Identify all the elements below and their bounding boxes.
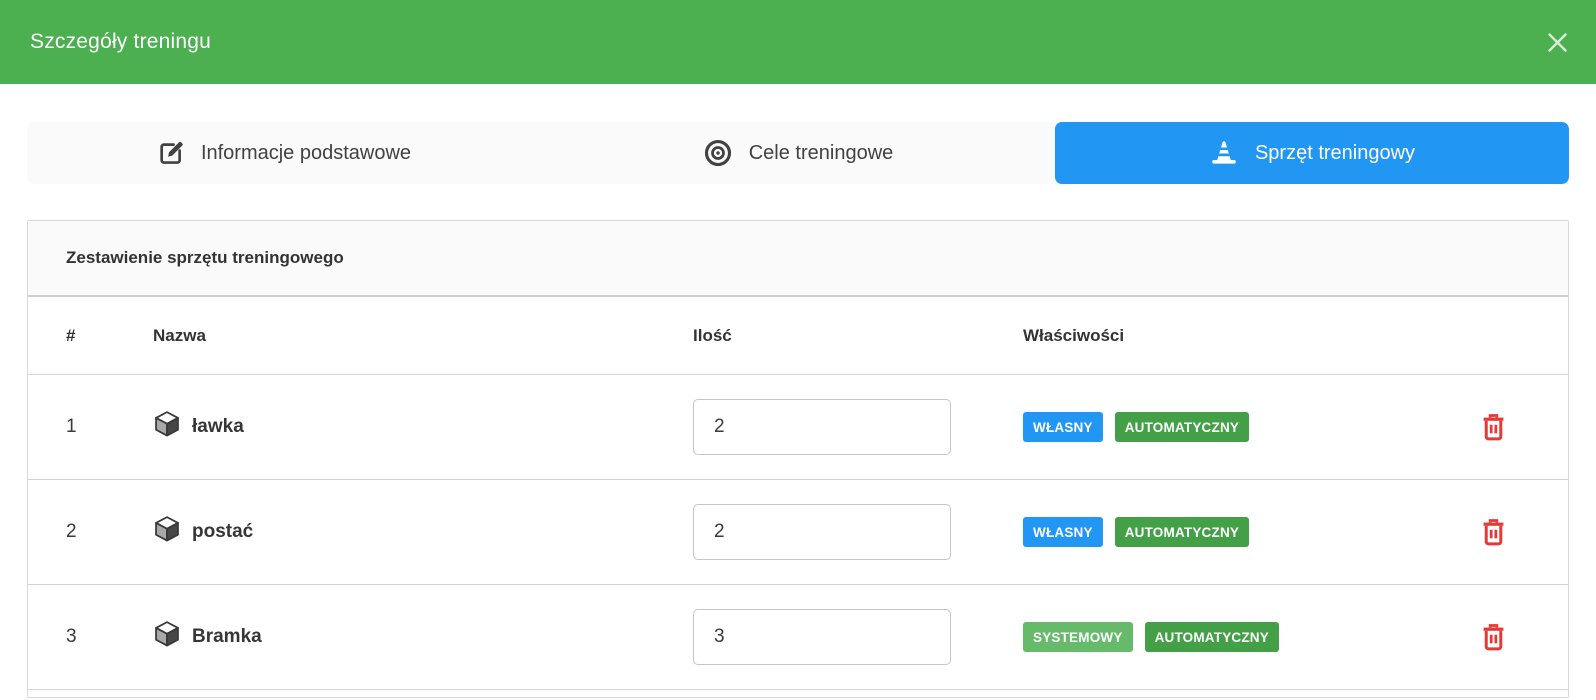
column-header-name: Nazwa bbox=[126, 326, 666, 346]
table-row: 2 postać WŁASNY AUTOMATYCZNY bbox=[28, 480, 1568, 585]
column-header-properties: Właściwości bbox=[996, 326, 1386, 346]
tab-sprzet-treningowy[interactable]: Sprzęt treningowy bbox=[1055, 122, 1569, 184]
table-header-row: # Nazwa Ilość Właściwości bbox=[28, 297, 1568, 375]
equipment-name: Bramka bbox=[192, 626, 262, 648]
cube-icon bbox=[153, 620, 181, 654]
column-header-index: # bbox=[28, 326, 126, 346]
quantity-input[interactable] bbox=[693, 504, 951, 560]
tab-bar: Informacje podstawowe Cele treningowe bbox=[27, 122, 1569, 184]
tab-label: Cele treningowe bbox=[749, 142, 894, 165]
quantity-input[interactable] bbox=[693, 609, 951, 665]
column-header-quantity: Ilość bbox=[666, 326, 996, 346]
modal-header: Szczegóły treningu bbox=[0, 0, 1596, 84]
property-badge: WŁASNY bbox=[1023, 412, 1103, 442]
equipment-panel: Zestawienie sprzętu treningowego # Nazwa… bbox=[27, 220, 1569, 698]
cube-icon bbox=[153, 515, 181, 549]
property-badge: SYSTEMOWY bbox=[1023, 622, 1133, 652]
page-title: Szczegóły treningu bbox=[30, 30, 211, 54]
table-row: 1 ławka WŁASNY AUTOMATYCZNY bbox=[28, 375, 1568, 480]
close-button[interactable] bbox=[1546, 31, 1568, 53]
cube-icon bbox=[153, 410, 181, 444]
target-icon bbox=[703, 138, 733, 168]
panel-title: Zestawienie sprzętu treningowego bbox=[28, 221, 1568, 297]
tab-label: Sprzęt treningowy bbox=[1255, 142, 1415, 165]
row-index: 1 bbox=[28, 416, 126, 438]
close-icon bbox=[1548, 33, 1567, 52]
quantity-input[interactable] bbox=[693, 399, 951, 455]
cone-icon bbox=[1209, 138, 1239, 168]
trash-icon bbox=[1479, 517, 1508, 548]
row-index: 3 bbox=[28, 626, 126, 648]
property-badge: AUTOMATYCZNY bbox=[1145, 622, 1279, 652]
tab-cele-treningowe[interactable]: Cele treningowe bbox=[541, 122, 1055, 184]
delete-button[interactable] bbox=[1479, 622, 1508, 653]
equipment-name: ławka bbox=[192, 416, 244, 438]
property-badge: AUTOMATYCZNY bbox=[1115, 517, 1249, 547]
property-badge: AUTOMATYCZNY bbox=[1115, 412, 1249, 442]
property-badge: WŁASNY bbox=[1023, 517, 1103, 547]
delete-button[interactable] bbox=[1479, 412, 1508, 443]
row-index: 2 bbox=[28, 521, 126, 543]
table-row: 3 Bramka SYSTEMOWY AUTOMATYCZNY bbox=[28, 585, 1568, 690]
trash-icon bbox=[1479, 412, 1508, 443]
equipment-name: postać bbox=[192, 521, 253, 543]
edit-square-icon bbox=[157, 139, 185, 167]
tab-label: Informacje podstawowe bbox=[201, 142, 411, 165]
delete-button[interactable] bbox=[1479, 517, 1508, 548]
tab-informacje-podstawowe[interactable]: Informacje podstawowe bbox=[27, 122, 541, 184]
trash-icon bbox=[1479, 622, 1508, 653]
modal-body: Informacje podstawowe Cele treningowe bbox=[27, 122, 1569, 698]
